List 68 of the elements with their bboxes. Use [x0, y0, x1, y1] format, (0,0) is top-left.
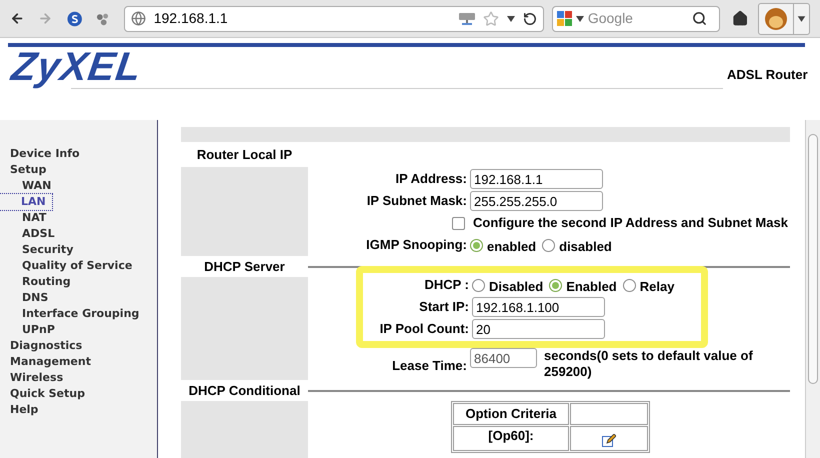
sidebar-item[interactable]: Security: [0, 242, 74, 258]
sidebar-item[interactable]: Setup: [0, 162, 46, 178]
scrollbar-thumb[interactable]: [808, 134, 818, 384]
field-label: Lease Time:: [391, 357, 468, 375]
globe-icon: [130, 11, 146, 26]
sidebar-item[interactable]: UPnP: [0, 322, 55, 338]
sidebar-item[interactable]: Interface Grouping: [0, 306, 140, 322]
dropdown-icon[interactable]: [506, 16, 515, 22]
field-label: IP Address:: [394, 170, 468, 188]
address-text: 192.168.1.1: [154, 9, 229, 28]
field-label: DHCP :: [423, 276, 470, 294]
star-icon[interactable]: [482, 10, 499, 26]
sidebar-item[interactable]: Diagnostics: [0, 338, 82, 354]
radio-label: Disabled: [489, 278, 544, 296]
sidebar-item[interactable]: WAN: [0, 178, 52, 194]
extension-button[interactable]: [758, 2, 810, 34]
input-field[interactable]: 255.255.255.0: [470, 191, 603, 211]
dropdown-icon[interactable]: [576, 16, 584, 22]
search-engine-icon[interactable]: [556, 11, 572, 26]
sidebar-item[interactable]: ADSL: [0, 226, 55, 242]
radio-label: Enabled: [566, 278, 617, 296]
checkbox[interactable]: [452, 216, 465, 230]
sidebar-item[interactable]: LAN: [0, 194, 52, 210]
back-icon[interactable]: [10, 11, 24, 26]
field-label: IP Subnet Mask:: [366, 192, 468, 210]
column-header: Option Criteria: [453, 403, 569, 424]
sidebar-item[interactable]: Help: [0, 402, 38, 418]
radio-button[interactable]: [549, 278, 562, 292]
logo: ZyXEL: [9, 47, 144, 87]
radio-button[interactable]: [470, 238, 483, 252]
radio-label: disabled: [559, 238, 612, 256]
table-cell: [Op60]:: [453, 426, 569, 451]
product-name: ADSL Router: [726, 66, 809, 84]
network-icon[interactable]: [458, 12, 475, 24]
field-note: seconds(0 sets to default value of 259200): [544, 348, 754, 380]
sidebar-item[interactable]: Wireless: [0, 370, 64, 386]
address-bar[interactable]: 192.168.1.1: [124, 6, 544, 32]
radio-label: enabled: [487, 238, 536, 256]
input-field[interactable]: 20: [472, 319, 605, 339]
field-label: IP Pool Count:: [378, 320, 470, 338]
input-field[interactable]: 192.168.1.1: [470, 169, 603, 189]
sidebar-item[interactable]: Quick Setup: [0, 386, 85, 402]
radio-button[interactable]: [622, 278, 636, 292]
sidebar-item[interactable]: Management: [0, 354, 91, 370]
sidebar-item[interactable]: DNS: [0, 290, 48, 306]
field-label: Start IP:: [418, 298, 470, 316]
sidebar-item[interactable]: Routing: [0, 274, 71, 290]
home-icon[interactable]: [732, 10, 748, 27]
sidebar-item[interactable]: NAT: [0, 210, 46, 226]
input-field[interactable]: 192.168.1.100: [472, 297, 605, 317]
edit-icon[interactable]: [602, 434, 616, 448]
sidebar-item[interactable]: Quality of Service: [0, 258, 132, 274]
section-title: Router Local IP: [196, 146, 294, 164]
search-input[interactable]: Google: [588, 8, 688, 29]
cluster-icon[interactable]: [96, 12, 110, 26]
sidebar-item[interactable]: Device Info: [0, 146, 80, 162]
s-circle-icon[interactable]: [66, 10, 82, 26]
search-field[interactable]: Google: [552, 6, 720, 32]
radio-label: Relay: [640, 278, 674, 296]
reload-icon[interactable]: [522, 12, 537, 26]
input-field[interactable]: 86400: [470, 348, 537, 368]
section-title: DHCP Conditional: [188, 382, 302, 400]
field-label: IGMP Snooping:: [365, 236, 468, 254]
search-icon[interactable]: [692, 11, 707, 26]
checkbox-label: Configure the second IP Address and Subnet Mask: [473, 214, 788, 232]
radio-button[interactable]: [472, 278, 485, 292]
section-title: DHCP Server: [203, 258, 286, 276]
radio-button[interactable]: [542, 238, 556, 252]
